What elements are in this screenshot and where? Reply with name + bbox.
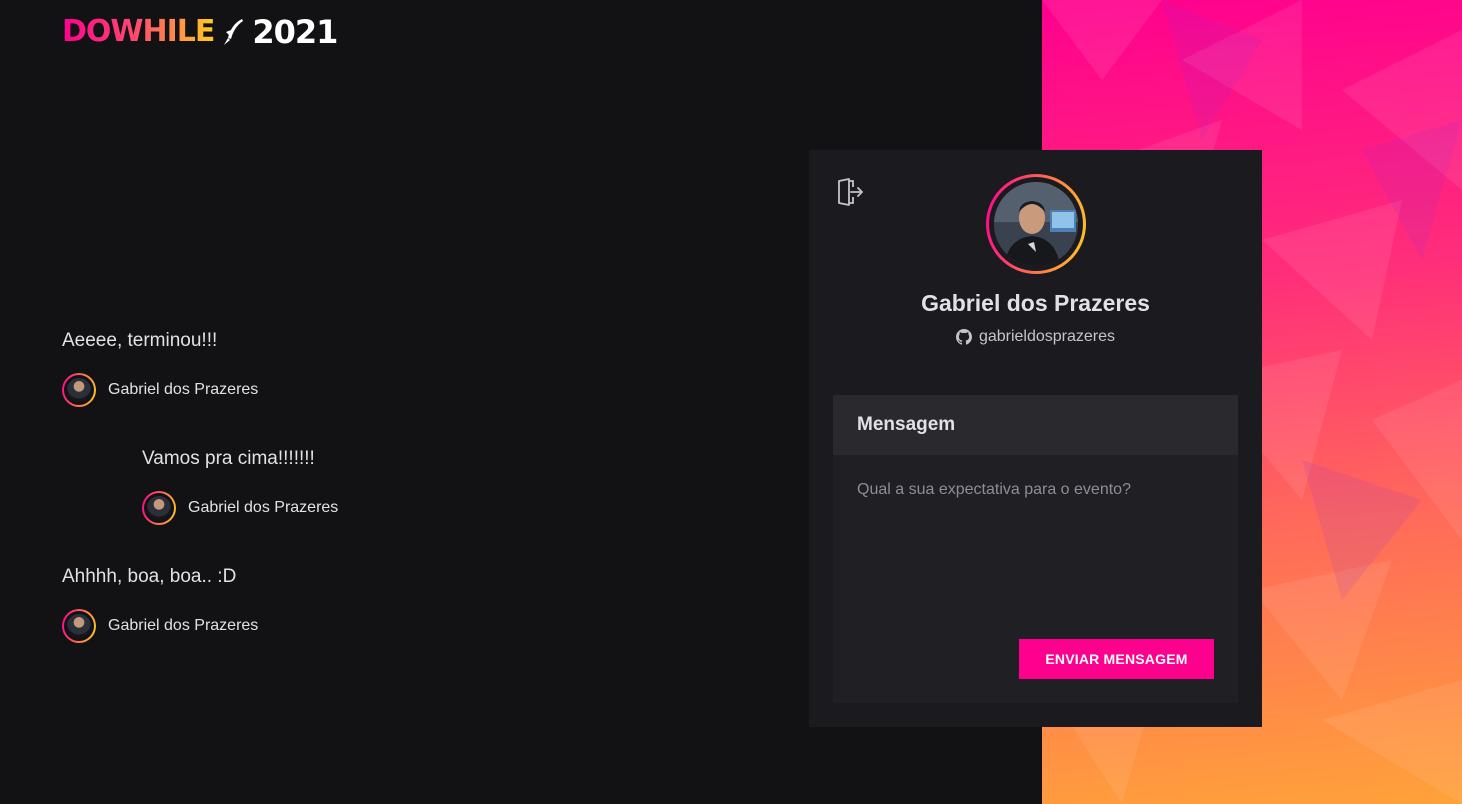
author-name: Gabriel dos Prazeres (108, 617, 259, 634)
dowhile-logo: DOWHILE 2021 (62, 13, 338, 51)
github-username: gabrieldosprazeres (978, 328, 1116, 345)
message-text: Ahhhh, boa, boa.. :D (62, 566, 237, 587)
message-item: Aeeee, terminou!!! Gabriel dos Prazeres (62, 328, 562, 446)
avatar (62, 373, 96, 407)
send-message-card: Gabriel dos Prazeres gabrieldosprazeres … (809, 150, 1262, 727)
author-name: Gabriel dos Prazeres (108, 381, 259, 398)
message-item: Ahhhh, boa, boa.. :D Gabriel dos Prazere… (62, 564, 562, 682)
logo-wordmark: DOWHILE (62, 14, 215, 49)
profile-login: gabrieldosprazeres (809, 328, 1262, 346)
logo-year: 2021 (252, 13, 338, 51)
message-author: Gabriel dos Prazeres (62, 373, 562, 407)
sign-out-icon (838, 178, 863, 206)
github-icon (955, 329, 972, 345)
profile-photo (994, 182, 1078, 266)
avatar (142, 491, 176, 525)
send-message-button[interactable]: ENVIAR MENSAGEM (1019, 639, 1214, 679)
message-item: Vamos pra cima!!!!!!! Gabriel dos Prazer… (62, 446, 562, 564)
form-title: Mensagem (833, 395, 1238, 455)
rocket-icon (224, 19, 244, 45)
message-text: Vamos pra cima!!!!!!! (142, 448, 315, 469)
sign-out-button[interactable] (835, 177, 865, 207)
message-author: Gabriel dos Prazeres (142, 491, 562, 525)
message-author: Gabriel dos Prazeres (62, 609, 562, 643)
message-list: Aeeee, terminou!!! Gabriel dos Prazeres … (62, 328, 562, 682)
message-form: Mensagem ENVIAR MENSAGEM (833, 395, 1238, 703)
profile-avatar (986, 174, 1086, 274)
message-input[interactable] (833, 455, 1238, 625)
message-text: Aeeee, terminou!!! (62, 330, 218, 351)
profile-name: Gabriel dos Prazeres (921, 290, 1150, 316)
author-name: Gabriel dos Prazeres (188, 499, 339, 516)
avatar (62, 609, 96, 643)
